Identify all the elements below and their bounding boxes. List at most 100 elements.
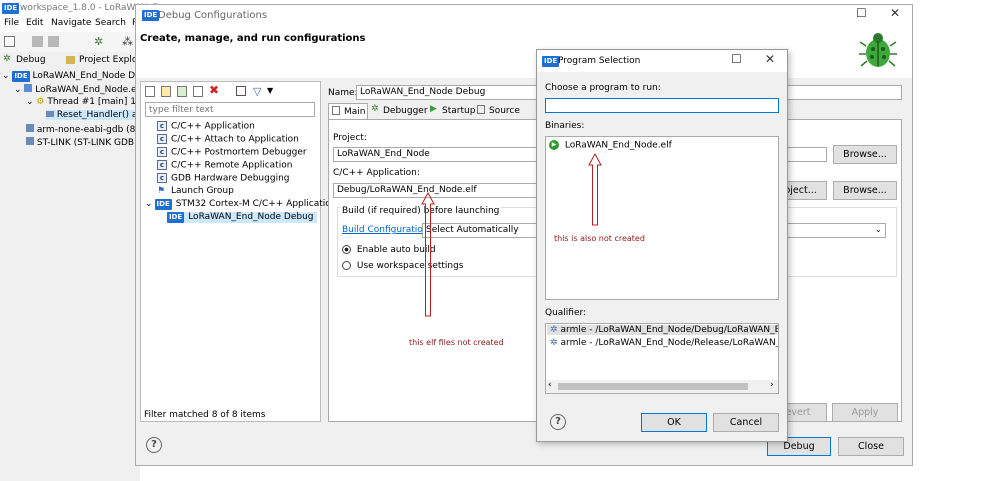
binaries-label: Binaries:	[545, 121, 585, 131]
close-button[interactable]: Close	[838, 437, 904, 456]
annotation-text: this is also not created	[554, 234, 645, 243]
source-tab-icon	[477, 105, 485, 114]
debug-toolbar-icon[interactable]: ✲	[94, 35, 103, 48]
debug-config-dialog: IDE Debug Configurations ☐ ✕ Create, man…	[135, 4, 913, 466]
list-item[interactable]: c C/C++ Attach to Application	[157, 134, 299, 145]
tree-item-label: ST-LINK (ST-LINK GDB se	[36, 138, 148, 148]
debug-view-tabs: ✲ Debug Project Explore	[0, 53, 146, 69]
tab-debugger[interactable]: ✲ Debugger	[369, 103, 428, 119]
scroll-left-icon[interactable]: ‹	[548, 380, 552, 390]
cancel-button[interactable]: Cancel	[713, 413, 779, 432]
startup-tab-icon: ▶	[430, 104, 437, 114]
filter-input[interactable]	[145, 102, 315, 117]
run-toolbar-icon[interactable]: ⁂	[122, 35, 133, 48]
workspace-toolbar: ✲ ⁂	[0, 32, 140, 52]
help-icon[interactable]: ?	[146, 437, 162, 453]
menu-edit[interactable]: Edit	[26, 18, 43, 28]
tree-item-elf[interactable]: ⌄ LoRaWAN_End_Node.elf	[14, 84, 142, 95]
list-item[interactable]: ⚑ Launch Group	[157, 186, 234, 196]
list-item-selected[interactable]: IDE LoRaWAN_End_Node Debug	[167, 212, 318, 223]
app-label: C/C++ Application:	[333, 168, 420, 178]
program-selection-title: Program Selection	[558, 56, 641, 66]
new-icon[interactable]	[4, 36, 15, 47]
menu-file[interactable]: File	[4, 18, 19, 28]
tree-item-stlink[interactable]: ST-LINK (ST-LINK GDB se	[26, 137, 147, 148]
debug-tree: ⌄ IDE LoRaWAN_End_Node Debu ⌄ LoRaWAN_En…	[0, 70, 152, 160]
list-item[interactable]: ✲ armle - /LoRaWAN_End_Node/Release/LoRaW…	[547, 338, 778, 348]
duplicate-icon[interactable]	[193, 86, 203, 97]
menu-search[interactable]: Search	[95, 18, 126, 28]
browse-project-button[interactable]: Browse...	[833, 145, 897, 164]
chevron-down-icon[interactable]: ▼	[267, 86, 273, 95]
ide-logo-icon: IDE	[167, 212, 185, 223]
tree-item-label: LoRaWAN_End_Node.elf	[35, 85, 143, 95]
save-icon[interactable]	[32, 36, 43, 47]
maximize-icon[interactable]: ☐	[856, 6, 867, 20]
stlink-icon	[26, 137, 34, 145]
new-prototype-icon[interactable]	[161, 86, 171, 97]
ok-button[interactable]: OK	[641, 413, 707, 432]
list-item[interactable]: c GDB Hardware Debugging	[157, 173, 289, 184]
save-all-icon[interactable]	[48, 36, 59, 47]
export-icon[interactable]	[177, 86, 187, 97]
collapse-icon: ⌄	[14, 85, 22, 95]
annotation-text: this elf files not created	[409, 338, 504, 347]
collapse-all-icon[interactable]	[236, 86, 246, 96]
tree-item-label: arm-none-eabi-gdb (8.3.	[36, 125, 147, 135]
tree-item-frame[interactable]: Reset_Handler() at	[46, 110, 145, 120]
ide-logo-icon: IDE	[542, 56, 560, 67]
help-icon[interactable]: ?	[550, 414, 566, 430]
radio-selected-icon	[342, 245, 351, 254]
project-label: Project:	[333, 133, 367, 143]
scroll-right-icon[interactable]: ›	[770, 380, 774, 390]
tab-main[interactable]: Main	[328, 103, 368, 119]
qualifier-label: Qualifier:	[545, 308, 587, 318]
delete-icon[interactable]: ✖	[209, 83, 219, 97]
debug-view-icon: ✲	[3, 54, 11, 64]
maximize-icon[interactable]: ☐	[731, 52, 742, 66]
project-explorer-icon	[66, 56, 75, 64]
c-app-icon: c	[157, 121, 167, 131]
workspace-window: IDE workspace_1.8.0 - LoRaWAN_E File Edi…	[0, 0, 158, 481]
tree-item-gdb[interactable]: arm-none-eabi-gdb (8.3.	[26, 124, 147, 135]
menu-navigate[interactable]: Navigate	[51, 18, 91, 28]
main-tab-icon	[332, 106, 340, 115]
thread-icon: ⚙	[36, 97, 45, 107]
program-search-input[interactable]	[545, 98, 779, 113]
config-toolbar: ✖ ▽ ▼	[145, 83, 315, 99]
build-config-link[interactable]: Build Configuration:	[342, 225, 432, 235]
collapse-icon: ⌄	[26, 97, 34, 107]
qualifier-list: ✲ armle - /LoRaWAN_End_Node/Debug/LoRaWAN…	[545, 323, 779, 394]
collapse-icon: ⌄	[145, 199, 153, 209]
stack-frame-icon	[46, 111, 54, 117]
new-config-icon[interactable]	[145, 86, 155, 97]
tree-item-launch[interactable]: ⌄ IDE LoRaWAN_End_Node Debu	[2, 71, 152, 82]
scrollbar-thumb[interactable]	[558, 383, 748, 390]
filter-icon[interactable]: ▽	[253, 85, 261, 98]
program-selection-titlebar: IDE Program Selection ☐ ✕	[537, 50, 787, 72]
list-item[interactable]: ▶ LoRaWAN_End_Node.elf	[549, 140, 672, 151]
tab-startup[interactable]: ▶ Startup	[428, 103, 475, 119]
list-item[interactable]: c C/C++ Application	[157, 121, 255, 132]
list-item-selected[interactable]: ✲ armle - /LoRaWAN_End_Node/Debug/LoRaWAN…	[547, 325, 778, 335]
list-item[interactable]: c C/C++ Remote Application	[157, 160, 292, 171]
radio-workspace-settings[interactable]: Use workspace settings	[342, 261, 463, 271]
process-icon	[24, 84, 33, 92]
ide-logo-icon: IDE	[154, 199, 172, 210]
tree-item-thread[interactable]: ⌄ ⚙ Thread #1 [main] 1 [cc	[26, 97, 152, 107]
list-item[interactable]: c C/C++ Postmortem Debugger	[157, 147, 307, 158]
config-type-panel: ✖ ▽ ▼ cC/C++ Application cC/C++ Attach t…	[140, 81, 336, 422]
tab-source[interactable]: Source	[475, 103, 523, 119]
run-icon: ▶	[549, 140, 559, 150]
close-icon[interactable]: ✕	[890, 6, 900, 20]
dialog-title: Debug Configurations	[158, 10, 268, 21]
annotation-arrow-icon	[588, 153, 602, 226]
chevron-down-icon[interactable]: ⌄	[875, 225, 882, 234]
apply-button[interactable]: Apply	[832, 403, 898, 422]
horizontal-scrollbar[interactable]: ‹ ›	[546, 380, 778, 393]
browse-app-button[interactable]: Browse...	[833, 181, 897, 200]
close-icon[interactable]: ✕	[765, 52, 775, 66]
tab-debug[interactable]: Debug	[16, 55, 46, 65]
list-item[interactable]: ⌄ IDE STM32 Cortex-M C/C++ Application	[145, 199, 336, 210]
workspace-titlebar: IDE workspace_1.8.0 - LoRaWAN_E	[0, 0, 158, 17]
